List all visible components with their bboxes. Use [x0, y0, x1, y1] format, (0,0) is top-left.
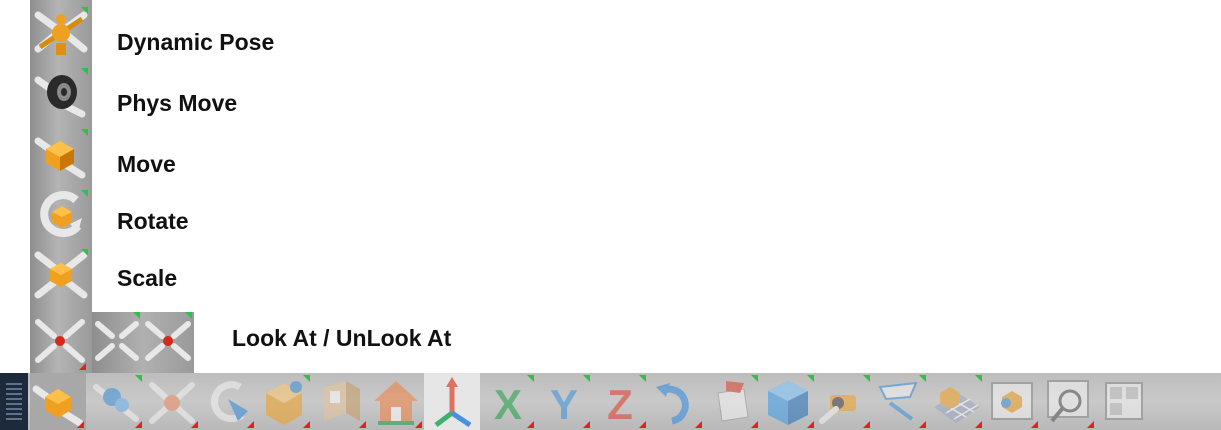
toolbar-undo-rotate-button[interactable]: [648, 373, 704, 430]
toolbar-y-axis-button[interactable]: Y: [536, 373, 592, 430]
green-marker: [81, 190, 88, 197]
toolbar-light-button[interactable]: [872, 373, 928, 430]
red-marker: [527, 421, 534, 428]
red-marker: [359, 421, 366, 428]
red-marker: [919, 421, 926, 428]
green-marker: [81, 7, 88, 14]
y-axis-label: Y: [550, 381, 578, 428]
red-marker: [303, 421, 310, 428]
toolbar-magnify-button[interactable]: [1040, 373, 1096, 430]
z-axis-label: Z: [607, 381, 633, 428]
toolbar-camera-button[interactable]: [816, 373, 872, 430]
toolbar-flag-button[interactable]: [704, 373, 760, 430]
red-marker: [247, 421, 254, 428]
red-marker: [807, 421, 814, 428]
red-marker: [1087, 421, 1094, 428]
rotate-button[interactable]: [32, 188, 90, 244]
red-marker: [415, 421, 422, 428]
toolbar-x-axis-button[interactable]: X: [480, 373, 536, 430]
red-marker: [863, 421, 870, 428]
red-marker: [135, 421, 142, 428]
red-marker: [583, 421, 590, 428]
unlook-at-button[interactable]: [142, 310, 194, 372]
toolbar-home-button[interactable]: [368, 373, 424, 430]
red-marker: [695, 421, 702, 428]
scale-button[interactable]: [32, 247, 90, 303]
green-marker: [807, 375, 814, 382]
red-marker: [639, 421, 646, 428]
toolbar-move-button[interactable]: [30, 373, 86, 430]
bottom-toolbar: X Y Z: [0, 373, 1221, 430]
green-marker: [639, 375, 646, 382]
green-marker: [583, 375, 590, 382]
dynamic-pose-button[interactable]: [32, 5, 90, 61]
toolbar-phys-move-button[interactable]: [88, 373, 144, 430]
green-marker: [527, 375, 534, 382]
tool-label-dynamic-pose: Dynamic Pose: [117, 29, 275, 55]
tool-label-rotate: Rotate: [117, 208, 189, 234]
green-marker: [135, 375, 142, 382]
toolbar-box-button[interactable]: [256, 373, 312, 430]
look-at-button[interactable]: [32, 310, 88, 372]
panel-icon: [1105, 382, 1143, 420]
look-at-variant-icon: [95, 321, 139, 361]
unlook-at-icon: [145, 321, 191, 361]
toolbar-grid-button[interactable]: [928, 373, 984, 430]
tool-label-phys-move: Phys Move: [117, 90, 238, 116]
green-marker: [81, 68, 88, 75]
red-marker: [1031, 421, 1038, 428]
toolbar-dynamic-pose-button[interactable]: [144, 373, 200, 430]
green-marker: [81, 249, 88, 256]
green-marker: [81, 129, 88, 136]
green-marker: [133, 312, 140, 319]
x-axis-label: X: [494, 381, 522, 428]
tool-label-scale: Scale: [117, 265, 178, 291]
toolbar-screen-button[interactable]: [984, 373, 1040, 430]
toolbar-grip-handle[interactable]: [0, 373, 28, 430]
green-marker: [185, 312, 192, 319]
tool-label-move: Move: [117, 151, 176, 177]
red-marker: [77, 421, 84, 428]
green-marker: [975, 375, 982, 382]
toolbar-z-axis-button[interactable]: Z: [592, 373, 648, 430]
look-at-variant-button[interactable]: [92, 310, 142, 372]
toolbar-cube-button[interactable]: [760, 373, 816, 430]
green-marker: [303, 375, 310, 382]
axes-icon: [434, 377, 472, 428]
phys-move-button[interactable]: [32, 66, 90, 122]
red-marker: [79, 363, 86, 370]
tool-label-look-at: Look At / UnLook At: [232, 325, 452, 351]
move-button[interactable]: [32, 127, 90, 183]
red-marker: [751, 421, 758, 428]
toolbar-axes-button[interactable]: [424, 373, 480, 430]
toolbar-rotate-camera-button[interactable]: [200, 373, 256, 430]
toolbar-room-button[interactable]: [312, 373, 368, 430]
green-marker: [863, 375, 870, 382]
toolbar-panel-button[interactable]: [1096, 373, 1152, 430]
green-marker: [751, 375, 758, 382]
red-marker: [191, 421, 198, 428]
red-marker: [975, 421, 982, 428]
green-marker: [919, 375, 926, 382]
